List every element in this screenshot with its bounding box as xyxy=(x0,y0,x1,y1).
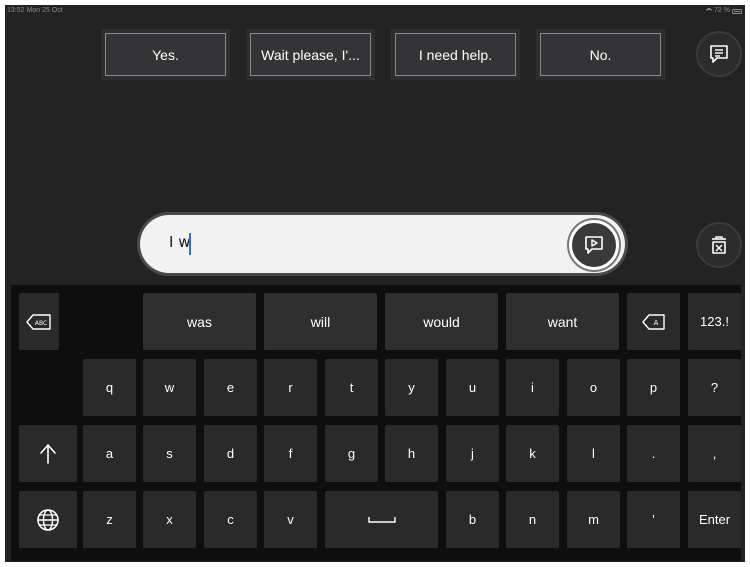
speak-button[interactable] xyxy=(569,220,619,270)
key-y[interactable]: y xyxy=(385,359,438,416)
key-apostrophe[interactable]: ' xyxy=(627,491,680,548)
suggestion-will[interactable]: will xyxy=(264,293,377,350)
app-screen: 13:52 Mon 25 Oct 72 % Yes. Wait please, … xyxy=(5,5,745,562)
key-j[interactable]: j xyxy=(446,425,499,482)
status-indicators: 72 % xyxy=(706,5,742,17)
svg-text:A: A xyxy=(653,319,658,327)
language-key[interactable] xyxy=(19,491,77,548)
key-x[interactable]: x xyxy=(143,491,196,548)
enter-key[interactable]: Enter xyxy=(688,491,741,548)
key-f[interactable]: f xyxy=(264,425,317,482)
speech-bubble-play-icon xyxy=(585,236,603,254)
key-a[interactable]: a xyxy=(83,425,136,482)
space-bar-icon xyxy=(367,516,396,523)
key-period[interactable]: . xyxy=(627,425,680,482)
key-comma[interactable]: , xyxy=(688,425,741,482)
message-input[interactable]: I w xyxy=(140,215,625,273)
backspace-a-icon: A xyxy=(641,313,665,330)
key-r[interactable]: r xyxy=(264,359,317,416)
space-key[interactable] xyxy=(325,491,438,548)
trash-x-icon xyxy=(712,236,726,254)
key-question[interactable]: ? xyxy=(688,359,741,416)
key-c[interactable]: c xyxy=(204,491,257,548)
numbers-mode-key[interactable]: 123.! xyxy=(688,293,741,350)
key-n[interactable]: n xyxy=(506,491,559,548)
key-t[interactable]: t xyxy=(325,359,378,416)
delete-word-key[interactable]: ABC xyxy=(19,293,59,350)
key-d[interactable]: d xyxy=(204,425,257,482)
quick-phrase-yes[interactable]: Yes. xyxy=(101,29,230,80)
wifi-icon xyxy=(706,8,713,14)
key-u[interactable]: u xyxy=(446,359,499,416)
suggestion-want[interactable]: want xyxy=(506,293,619,350)
globe-icon xyxy=(37,508,59,531)
key-l[interactable]: l xyxy=(567,425,620,482)
key-i[interactable]: i xyxy=(506,359,559,416)
quick-phrase-wait[interactable]: Wait please, I'... xyxy=(246,29,375,80)
shift-key[interactable] xyxy=(19,425,77,482)
svg-text:ABC: ABC xyxy=(35,320,47,327)
key-p[interactable]: p xyxy=(627,359,680,416)
delete-char-key[interactable]: A xyxy=(627,293,680,350)
key-z[interactable]: z xyxy=(83,491,136,548)
clear-button[interactable] xyxy=(696,222,742,268)
shift-arrow-icon xyxy=(40,443,56,464)
quick-phrase-help[interactable]: I need help. xyxy=(391,29,520,80)
message-text: I w xyxy=(169,233,191,251)
key-m[interactable]: m xyxy=(567,491,620,548)
quick-phrase-no[interactable]: No. xyxy=(536,29,665,80)
battery-percent: 72 % xyxy=(714,7,730,14)
key-s[interactable]: s xyxy=(143,425,196,482)
suggestion-was[interactable]: was xyxy=(143,293,256,350)
battery-icon xyxy=(732,8,742,14)
phrases-button[interactable] xyxy=(696,31,742,77)
key-e[interactable]: e xyxy=(204,359,257,416)
key-k[interactable]: k xyxy=(506,425,559,482)
text-caret xyxy=(189,233,191,255)
chat-bubble-lines-icon xyxy=(710,45,728,63)
key-b[interactable]: b xyxy=(446,491,499,548)
key-v[interactable]: v xyxy=(264,491,317,548)
key-q[interactable]: q xyxy=(83,359,136,416)
keyboard: ABC was will would want A 123.! q w e r … xyxy=(11,285,741,561)
status-time-date: 13:52 Mon 25 Oct xyxy=(7,7,63,14)
backspace-abc-icon: ABC xyxy=(26,313,51,330)
key-g[interactable]: g xyxy=(325,425,378,482)
key-h[interactable]: h xyxy=(385,425,438,482)
key-w[interactable]: w xyxy=(143,359,196,416)
key-o[interactable]: o xyxy=(567,359,620,416)
suggestion-would[interactable]: would xyxy=(385,293,498,350)
